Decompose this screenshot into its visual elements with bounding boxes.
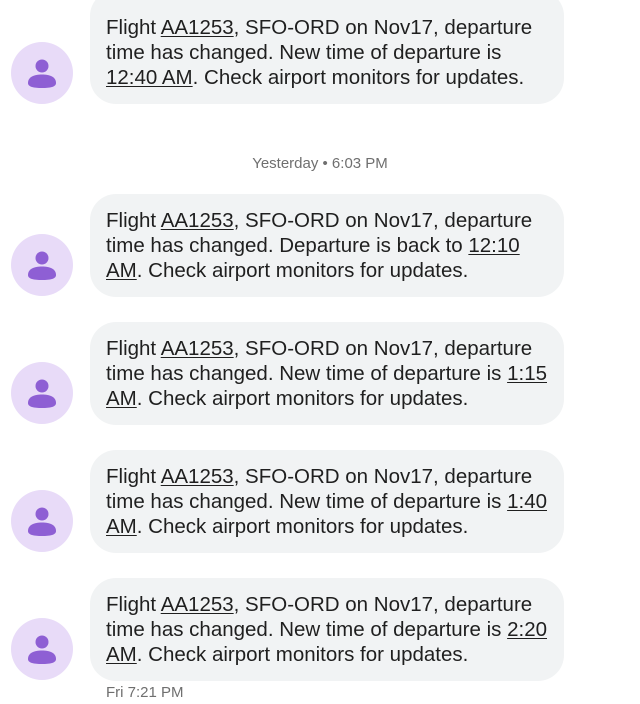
person-icon bbox=[28, 59, 56, 88]
date-divider-timestamp: Yesterday • 6:03 PM bbox=[252, 155, 388, 172]
message-bubble[interactable]: Flight AA1253, SFO-ORD on Nov17, departu… bbox=[90, 194, 564, 297]
person-icon bbox=[28, 379, 56, 408]
message-bubble[interactable]: Flight AA1253, SFO-ORD on Nov17, departu… bbox=[90, 578, 564, 681]
message-text-prefix: Flight bbox=[106, 337, 161, 360]
person-icon bbox=[28, 251, 56, 280]
message-bubble[interactable]: Flight AA1253, SFO-ORD on Nov17, departu… bbox=[90, 450, 564, 553]
sender-avatar[interactable] bbox=[11, 42, 73, 104]
message-thread[interactable]: Flight AA1253, SFO-ORD on Nov17, departu… bbox=[0, 0, 640, 704]
message-text-prefix: Flight bbox=[106, 465, 161, 488]
flight-number-link[interactable]: AA1253 bbox=[161, 593, 234, 616]
message-text-suffix: . Check airport monitors for updates. bbox=[136, 259, 469, 282]
sender-avatar[interactable] bbox=[11, 618, 73, 680]
message-text-prefix: Flight bbox=[106, 593, 161, 616]
flight-number-link[interactable]: AA1253 bbox=[161, 209, 234, 232]
message-bubble[interactable]: Flight AA1253, SFO-ORD on Nov17, departu… bbox=[90, 0, 564, 104]
flight-number-link[interactable]: AA1253 bbox=[161, 16, 234, 39]
message-text-suffix: . Check airport monitors for updates. bbox=[136, 515, 469, 538]
sender-avatar[interactable] bbox=[11, 362, 73, 424]
message-text-suffix: . Check airport monitors for updates. bbox=[192, 66, 525, 89]
message-timestamp: Fri 7:21 PM bbox=[106, 684, 184, 701]
message-text-prefix: Flight bbox=[106, 16, 161, 39]
person-icon bbox=[28, 635, 56, 664]
message-text-prefix: Flight bbox=[106, 209, 161, 232]
departure-time-link[interactable]: 12:40 AM bbox=[106, 66, 193, 89]
message-text-suffix: . Check airport monitors for updates. bbox=[136, 643, 469, 666]
flight-number-link[interactable]: AA1253 bbox=[161, 465, 234, 488]
message-text-suffix: . Check airport monitors for updates. bbox=[136, 387, 469, 410]
flight-number-link[interactable]: AA1253 bbox=[161, 337, 234, 360]
sender-avatar[interactable] bbox=[11, 234, 73, 296]
message-bubble[interactable]: Flight AA1253, SFO-ORD on Nov17, departu… bbox=[90, 322, 564, 425]
person-icon bbox=[28, 507, 56, 536]
sender-avatar[interactable] bbox=[11, 490, 73, 552]
